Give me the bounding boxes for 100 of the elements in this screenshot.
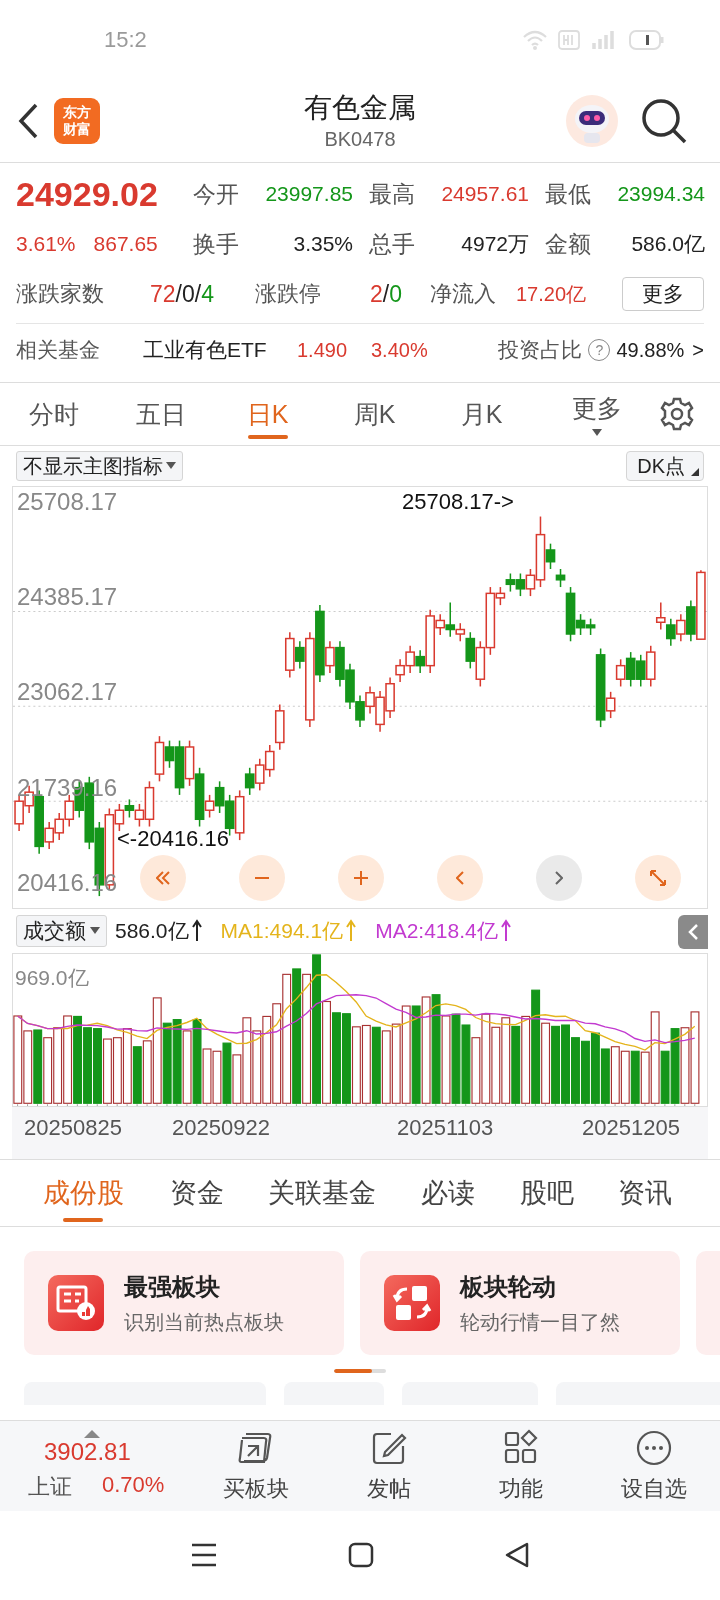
app-logo: 东方 财富 <box>54 98 100 144</box>
ratio-arrow[interactable]: > <box>692 338 704 362</box>
settings-icon[interactable] <box>659 396 695 432</box>
volume-dropdown[interactable]: 成交额 <box>16 915 107 947</box>
candlestick <box>204 794 215 819</box>
candlestick <box>555 568 566 588</box>
zoom-in-button[interactable] <box>337 855 384 901</box>
card-subtitle: 识别当前热点板块 <box>124 1309 284 1335</box>
stat-label: 今开 <box>193 179 239 209</box>
stat-label: 最高 <box>369 179 415 209</box>
collapse-button[interactable] <box>678 915 708 949</box>
candlestick <box>615 658 626 688</box>
candlestick <box>244 767 255 796</box>
back-icon[interactable] <box>16 101 40 141</box>
min-price-note: <-20416.16 <box>117 828 229 850</box>
stat-label: 总手 <box>369 229 415 259</box>
change-amount: 867.65 <box>93 232 158 256</box>
limit-counts: 2/0 <box>370 280 403 308</box>
current-price: 24929.02 <box>16 174 159 214</box>
candlestick <box>455 622 466 643</box>
page-title: 有色金属 <box>304 91 416 125</box>
max-price-note: 25708.17-> <box>402 491 514 513</box>
chart-tab[interactable]: 月K <box>428 383 535 445</box>
dk-button[interactable]: DK点 <box>626 451 704 481</box>
card-title: 最强板块 <box>124 1271 221 1302</box>
date-label: 20251103 <box>397 1115 494 1141</box>
stat-value: 3.35% <box>293 232 353 256</box>
rewind-icon <box>155 871 170 885</box>
chevron-left-icon <box>686 922 700 942</box>
wifi-icon <box>522 29 548 51</box>
chart-tab[interactable]: 分时 <box>0 383 107 445</box>
add-button[interactable]: 设自选 <box>587 1428 720 1504</box>
candlestick <box>295 640 305 670</box>
more-tab[interactable]: 更多 <box>535 383 659 445</box>
card-subtitle: 轮动行情一目了然 <box>460 1309 620 1335</box>
fullscreen-icon <box>649 870 666 886</box>
breadth-counts: 72/0/4 <box>150 280 215 308</box>
indicator-dropdown[interactable]: 不显示主图指标 <box>16 451 183 481</box>
candlestick <box>665 617 676 647</box>
inflow-value: 17.20亿 <box>516 281 587 307</box>
rotate-icon <box>384 1275 440 1331</box>
stat-value: 24957.61 <box>441 182 529 206</box>
buy-button[interactable]: 买板块 <box>190 1428 323 1504</box>
fund-price: 1.490 <box>297 338 349 362</box>
robot-icon[interactable] <box>566 95 618 147</box>
date-label: 20250922 <box>172 1115 270 1141</box>
chart-tab[interactable]: 五日 <box>107 383 214 445</box>
card-title: 板块轮动 <box>460 1271 557 1302</box>
date-label: 20251205 <box>582 1115 680 1141</box>
caret-icon <box>592 428 602 437</box>
y-axis-label: 23062.17 <box>17 680 118 705</box>
info-tab[interactable]: 股吧 <box>498 1160 596 1226</box>
stat-value: 23994.34 <box>617 182 705 206</box>
fullscreen-button[interactable] <box>634 855 681 901</box>
caret-icon <box>166 462 176 470</box>
inflow-label: 净流入 <box>430 280 497 308</box>
index-value: 3902.81 <box>44 1438 131 1466</box>
chart-tab[interactable]: 周K <box>321 383 428 445</box>
home-icon[interactable] <box>348 1542 374 1568</box>
zoom-in-icon <box>352 870 369 886</box>
stat-label: 金额 <box>545 229 591 259</box>
date-label: 20250825 <box>24 1115 122 1141</box>
network-badge-icon <box>558 30 580 50</box>
volume-max-label: 969.0亿 <box>15 965 89 991</box>
caret-icon <box>90 927 100 935</box>
candlestick <box>124 798 135 819</box>
stat-value: 586.0亿 <box>631 231 705 257</box>
ratio-value: 49.88% <box>616 338 685 362</box>
candlestick <box>445 601 456 638</box>
candlestick <box>605 691 616 719</box>
info-tab[interactable]: 资金 <box>148 1160 246 1226</box>
next-icon <box>554 871 563 885</box>
ma1-value: MA1:494.1亿 <box>220 918 344 944</box>
volume-value: 586.0亿 <box>115 918 189 944</box>
y-axis-label: 24385.17 <box>17 585 118 609</box>
more-button[interactable]: 更多 <box>622 277 704 311</box>
feature-card[interactable]: 板块轮动 轮动行情一目了然 <box>360 1251 680 1355</box>
corner-triangle-icon <box>691 468 699 476</box>
candlestick <box>325 640 335 674</box>
fund-change: 3.40% <box>371 338 428 362</box>
battery-icon <box>628 29 664 51</box>
back-icon[interactable] <box>504 1541 530 1569</box>
post-button[interactable]: 发帖 <box>322 1428 455 1504</box>
info-tab[interactable]: 关联基金 <box>246 1160 398 1226</box>
up-caret-icon <box>84 1430 100 1438</box>
fund-name[interactable]: 工业有色ETF <box>143 336 297 364</box>
menu-icon[interactable] <box>190 1542 218 1568</box>
feature-card[interactable]: 最强板块 识别当前热点板块 <box>24 1251 344 1355</box>
candlestick <box>676 613 686 643</box>
candlestick <box>465 631 476 670</box>
rewind-button[interactable] <box>139 855 186 901</box>
status-time: 15:2 <box>104 27 147 53</box>
ma2-value: MA2:418.4亿 <box>375 918 498 944</box>
up-arrow-icon <box>345 919 358 943</box>
apps-button[interactable]: 功能 <box>455 1428 588 1504</box>
stat-value: 23997.85 <box>265 182 353 206</box>
search-icon[interactable] <box>640 97 688 145</box>
info-tab[interactable]: 资讯 <box>596 1160 694 1226</box>
breadth-label: 涨跌家数 <box>16 280 105 308</box>
info-tab[interactable]: 必读 <box>398 1160 498 1226</box>
